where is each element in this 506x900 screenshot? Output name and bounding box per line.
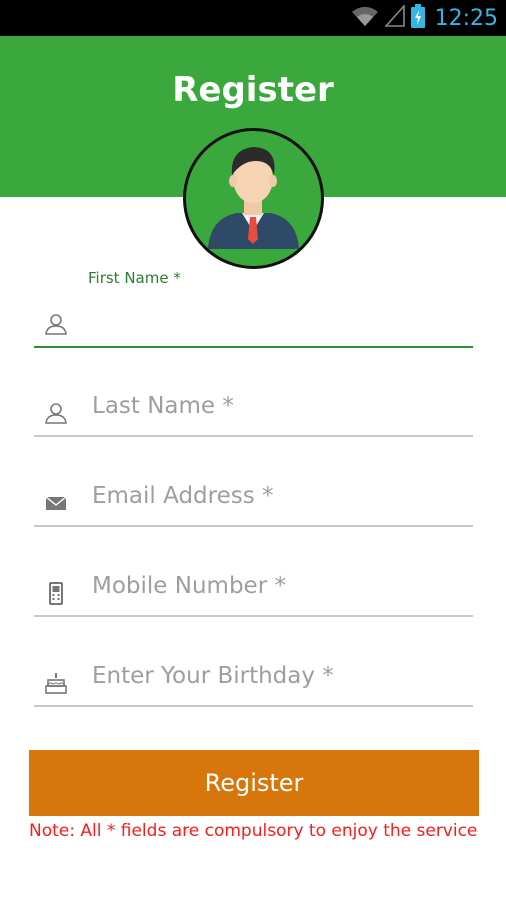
compulsory-note: Note: All * fields are compulsory to enj… — [29, 821, 478, 841]
birthday-field[interactable]: Enter Your Birthday * — [34, 647, 473, 707]
email-underline — [34, 525, 473, 527]
phone-icon — [44, 581, 68, 605]
cake-icon — [44, 671, 68, 695]
mobile-underline — [34, 615, 473, 617]
page-title: Register — [172, 70, 334, 110]
status-bar: 12:25 — [0, 0, 506, 36]
first-name-field[interactable] — [34, 288, 473, 348]
last-name-input[interactable]: Last Name * — [92, 393, 234, 419]
register-button[interactable]: Register — [29, 750, 479, 816]
last-name-underline — [34, 435, 473, 437]
person-icon — [44, 401, 68, 425]
birthday-underline — [34, 705, 473, 707]
battery-charging-icon — [410, 3, 425, 33]
first-name-floating-label: First Name * — [88, 269, 181, 287]
person-icon — [44, 312, 68, 336]
status-time: 12:25 — [434, 5, 498, 31]
mobile-field[interactable]: Mobile Number * — [34, 557, 473, 617]
mobile-input[interactable]: Mobile Number * — [92, 573, 286, 599]
wifi-icon — [351, 4, 379, 33]
signal-icon — [383, 3, 405, 32]
envelope-icon — [44, 491, 68, 515]
last-name-field[interactable]: Last Name * — [34, 377, 473, 437]
email-input[interactable]: Email Address * — [92, 483, 274, 509]
status-icons: 12:25 — [351, 0, 498, 36]
birthday-input[interactable]: Enter Your Birthday * — [92, 663, 334, 689]
email-field[interactable]: Email Address * — [34, 467, 473, 527]
first-name-underline — [34, 346, 473, 348]
user-avatar-icon[interactable] — [183, 128, 324, 269]
